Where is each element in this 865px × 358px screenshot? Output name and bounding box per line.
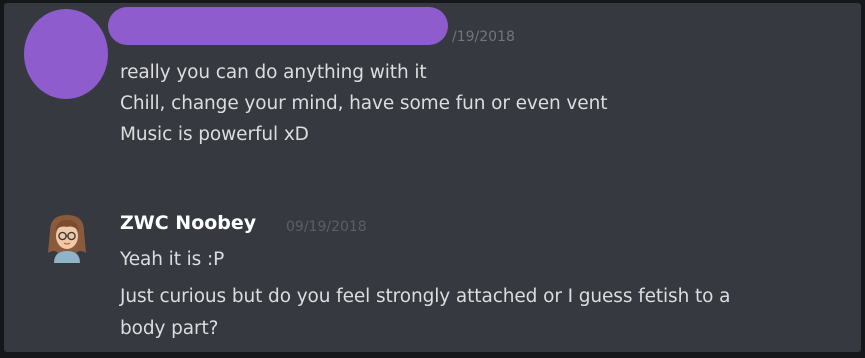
message-text: Just curious but do you feel strongly at… — [120, 286, 731, 307]
username[interactable]: ZWC Noobey — [120, 212, 256, 234]
chat-panel: /19/2018 really you can do anything with… — [4, 3, 861, 352]
message-text: body part? — [120, 318, 219, 339]
cartoon-avatar-icon[interactable] — [40, 209, 94, 263]
message-text: Yeah it is :P — [120, 249, 225, 270]
message-group-2: ZWC Noobey 09/19/2018 Yeah it is :P Just… — [4, 3, 861, 352]
message-timestamp: 09/19/2018 — [286, 219, 367, 235]
